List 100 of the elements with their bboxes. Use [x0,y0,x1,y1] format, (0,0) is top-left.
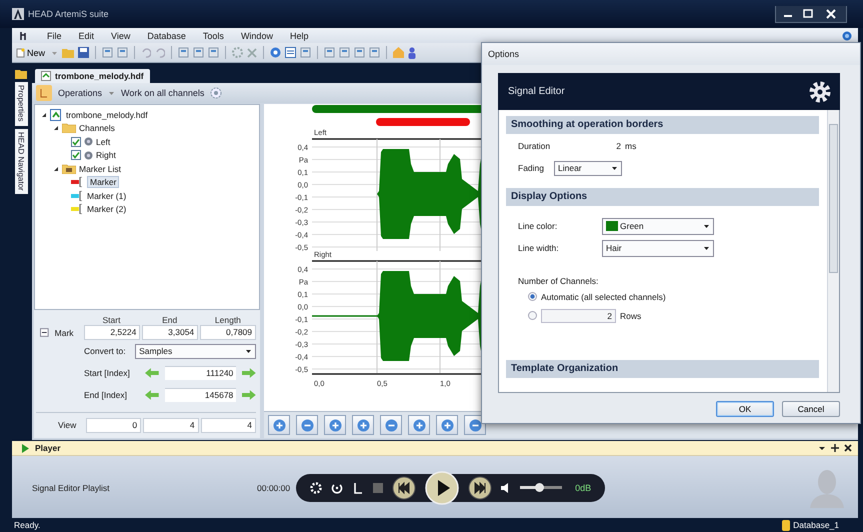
volume-slider[interactable] [520,486,562,489]
operations-icon[interactable] [36,85,52,101]
zoom-button[interactable] [324,415,346,435]
caret-icon[interactable] [818,444,826,452]
document-icon[interactable] [300,47,312,58]
arrow-right-icon[interactable] [242,368,256,378]
redo-icon[interactable] [155,48,166,58]
close-icon[interactable] [844,444,852,452]
convert-dropdown[interactable]: Samples [135,344,256,358]
status-text: Ready. [14,520,40,530]
stop-icon[interactable] [373,482,384,492]
rewind-button[interactable] [392,476,416,500]
marker-range-bar[interactable] [376,118,470,126]
operations-menu[interactable]: Operations [58,88,102,98]
document-icon[interactable] [354,47,366,58]
value-field[interactable]: 4 [143,418,199,432]
slider-thumb[interactable] [534,483,544,492]
menu-item[interactable]: File [47,30,62,40]
tree-item[interactable]: Right [96,150,116,160]
help-icon[interactable] [842,30,852,40]
play-icon[interactable] [22,444,29,452]
tree-item[interactable]: Channels [79,123,115,134]
zoom-button[interactable] [408,415,430,435]
tree-item[interactable]: Marker (1) [87,190,126,201]
menu-item[interactable]: Edit [78,30,94,40]
zoom-button[interactable] [380,415,402,435]
arrow-left-icon[interactable] [144,368,159,378]
new-button[interactable]: New [14,48,48,58]
info-icon[interactable] [270,47,282,58]
loop-icon[interactable] [331,482,344,494]
checkbox[interactable] [71,150,81,160]
side-tab[interactable]: HEAD Navigator [14,129,28,194]
index-field[interactable]: 145678 [164,388,236,402]
document-icon[interactable] [324,47,336,58]
collapse-icon[interactable] [40,328,49,337]
caret-icon [703,245,710,251]
rows-field[interactable]: 2 [541,308,616,322]
dialog-button[interactable]: Cancel [782,401,840,417]
minus-circle-icon [468,418,482,432]
gear-icon[interactable] [210,87,222,99]
tree-item[interactable]: Left [96,136,110,147]
value-field[interactable]: 2,5224 [84,325,140,340]
person-icon[interactable] [408,46,416,58]
menu-item[interactable]: Help [290,30,308,40]
menu-item[interactable]: View [111,30,130,40]
document-icon[interactable] [339,47,350,58]
scrollbar[interactable] [827,110,839,392]
save-icon[interactable] [78,47,90,58]
zoom-button[interactable] [352,415,374,435]
gear-icon[interactable] [232,47,244,58]
playlist-label: Signal Editor Playlist [32,482,110,492]
dialog-button[interactable]: OK [716,401,774,417]
document-icon[interactable] [117,47,128,58]
menu-item[interactable]: Tools [202,30,224,40]
radio-button[interactable] [528,292,537,301]
database-selector[interactable]: Database_1 [793,520,839,530]
delete-icon[interactable] [247,48,258,58]
zoom-button[interactable] [296,415,318,435]
line-color-dropdown[interactable]: Green [602,218,714,234]
radio-button[interactable] [528,311,537,320]
arrow-left-icon[interactable] [144,390,159,400]
channel-scope-label[interactable]: Work on all channels [121,88,204,98]
radio-label[interactable]: Automatic (all selected channels) [541,292,666,302]
duration-value[interactable]: 2 [605,141,621,151]
tree-item[interactable]: Marker List [79,164,122,174]
minus-circle-icon [300,418,314,432]
fast-forward-button[interactable] [468,476,492,500]
mark-label: Mark [54,328,75,338]
document-tab[interactable]: trombone_melody.hdf [35,69,150,83]
value-field[interactable]: 0,7809 [200,325,256,340]
document-icon[interactable] [369,47,380,58]
value-field[interactable]: 4 [200,418,256,432]
expander-icon[interactable] [53,125,59,132]
index-field[interactable]: 111240 [164,366,236,380]
minus-circle-icon [384,418,398,432]
line-width-dropdown[interactable]: Hair [602,240,714,256]
play-button[interactable] [425,470,460,504]
zoom-button[interactable] [436,415,458,435]
tree-item[interactable]: Marker [87,176,120,188]
menu-item[interactable]: Window [240,30,273,40]
zoom-button[interactable] [464,415,486,435]
tree-item[interactable]: Marker (2) [87,204,126,214]
document-icon[interactable] [208,47,220,58]
arrow-right-icon[interactable] [242,390,256,400]
tree-item[interactable]: trombone_melody.hdf [66,110,148,120]
field-label: Number of Channels: [517,276,600,286]
checkbox[interactable] [71,136,81,147]
expander-icon[interactable] [41,112,47,118]
value-field[interactable]: 3,3054 [142,325,198,340]
value-field[interactable]: 0 [86,418,142,432]
column-header: Length [214,314,242,324]
expander-icon[interactable] [53,166,59,172]
menu-item[interactable]: Database [147,30,186,40]
fading-dropdown[interactable]: Linear [554,160,622,176]
settings-icon[interactable] [310,482,322,494]
document-icon[interactable] [193,47,204,58]
list-icon[interactable] [285,47,296,58]
undo-icon[interactable] [141,48,152,58]
side-tab[interactable]: Properties [14,82,28,126]
zoom-button[interactable] [268,415,290,435]
